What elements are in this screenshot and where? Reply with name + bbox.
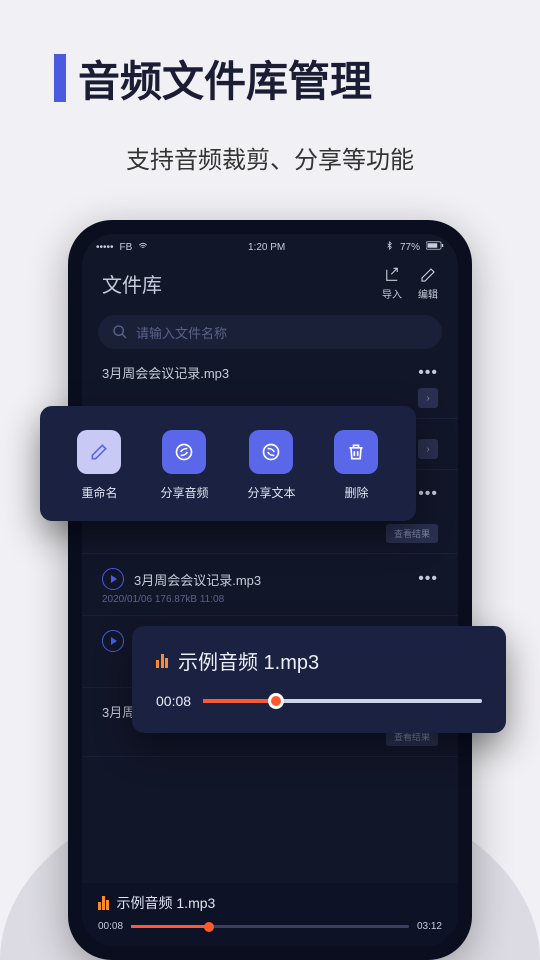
player-card-elapsed: 00:08 (156, 693, 191, 709)
rename-action[interactable]: 重命名 (77, 430, 121, 501)
item-metadata: 2020/01/06 176.87kB 11:08 (102, 594, 438, 605)
play-icon[interactable] (102, 568, 124, 590)
more-icon[interactable]: ••• (418, 570, 438, 588)
hero-subtitle: 支持音频裁剪、分享等功能 (0, 140, 540, 175)
more-icon[interactable]: ••• (418, 485, 438, 503)
statusbar-time: 1:20 PM (248, 242, 285, 253)
expand-button[interactable]: › (418, 388, 438, 408)
delete-label: 删除 (344, 484, 368, 501)
pencil-icon (89, 442, 109, 462)
progress-track[interactable] (131, 925, 409, 928)
page-title: 文件库 (102, 269, 162, 298)
progress-fill (131, 925, 209, 928)
search-icon (112, 324, 128, 340)
share-text-icon (261, 442, 281, 462)
phone-frame: ••••• FB 1:20 PM 77% 文件库 (68, 220, 472, 960)
signal-dots-icon: ••••• (96, 242, 114, 253)
elapsed-time: 00:08 (98, 921, 123, 932)
item-filename: 3月周会会议记录.mp3 (134, 570, 408, 589)
edit-button[interactable]: 编辑 (418, 266, 438, 301)
player-card-track[interactable] (203, 699, 482, 703)
battery-label: 77% (400, 242, 420, 253)
action-sheet: 重命名 分享音频 分享文本 删除 (40, 406, 416, 521)
app-bar: 文件库 导入 编辑 (82, 256, 458, 307)
import-button[interactable]: 导入 (382, 266, 402, 301)
import-label: 导入 (382, 286, 402, 301)
search-placeholder: 请输入文件名称 (136, 323, 227, 342)
now-playing-bar[interactable]: 示例音频 1.mp3 00:08 03:12 (82, 883, 458, 946)
equalizer-icon (156, 654, 168, 668)
view-result-button[interactable]: 查看结果 (386, 524, 438, 543)
player-card: 示例音频 1.mp3 00:08 (132, 626, 506, 733)
share-text-label: 分享文本 (247, 484, 295, 501)
more-icon[interactable]: ••• (418, 364, 438, 382)
phone-screen: ••••• FB 1:20 PM 77% 文件库 (82, 234, 458, 946)
expand-button[interactable]: › (418, 439, 438, 459)
item-filename: 3月周会会议记录.mp3 (102, 363, 408, 382)
share-text-action[interactable]: 分享文本 (247, 430, 295, 501)
bluetooth-icon (385, 241, 394, 253)
total-time: 03:12 (417, 921, 442, 932)
hero-accent-bar (54, 54, 66, 102)
play-icon[interactable] (102, 630, 124, 652)
rename-label: 重命名 (81, 484, 117, 501)
share-audio-label: 分享音频 (160, 484, 208, 501)
now-playing-title: 示例音频 1.mp3 (117, 893, 216, 913)
share-audio-icon (174, 442, 194, 462)
battery-icon (426, 241, 444, 253)
delete-action[interactable]: 删除 (334, 430, 378, 501)
status-bar: ••••• FB 1:20 PM 77% (82, 234, 458, 256)
list-item[interactable]: 3月周会会议记录.mp3 ••• 2020/01/06 176.87kB 11:… (82, 554, 458, 616)
player-card-title: 示例音频 1.mp3 (178, 646, 319, 675)
wifi-icon (138, 241, 148, 254)
player-card-knob[interactable] (268, 693, 284, 709)
equalizer-icon (98, 896, 109, 910)
player-card-fill (203, 699, 276, 703)
edit-label: 编辑 (418, 286, 438, 301)
share-audio-action[interactable]: 分享音频 (160, 430, 208, 501)
search-input[interactable]: 请输入文件名称 (98, 315, 442, 349)
progress-knob[interactable] (204, 922, 214, 932)
trash-icon (346, 442, 366, 462)
hero-title: 音频文件库管理 (78, 48, 372, 109)
carrier-label: FB (120, 242, 133, 253)
